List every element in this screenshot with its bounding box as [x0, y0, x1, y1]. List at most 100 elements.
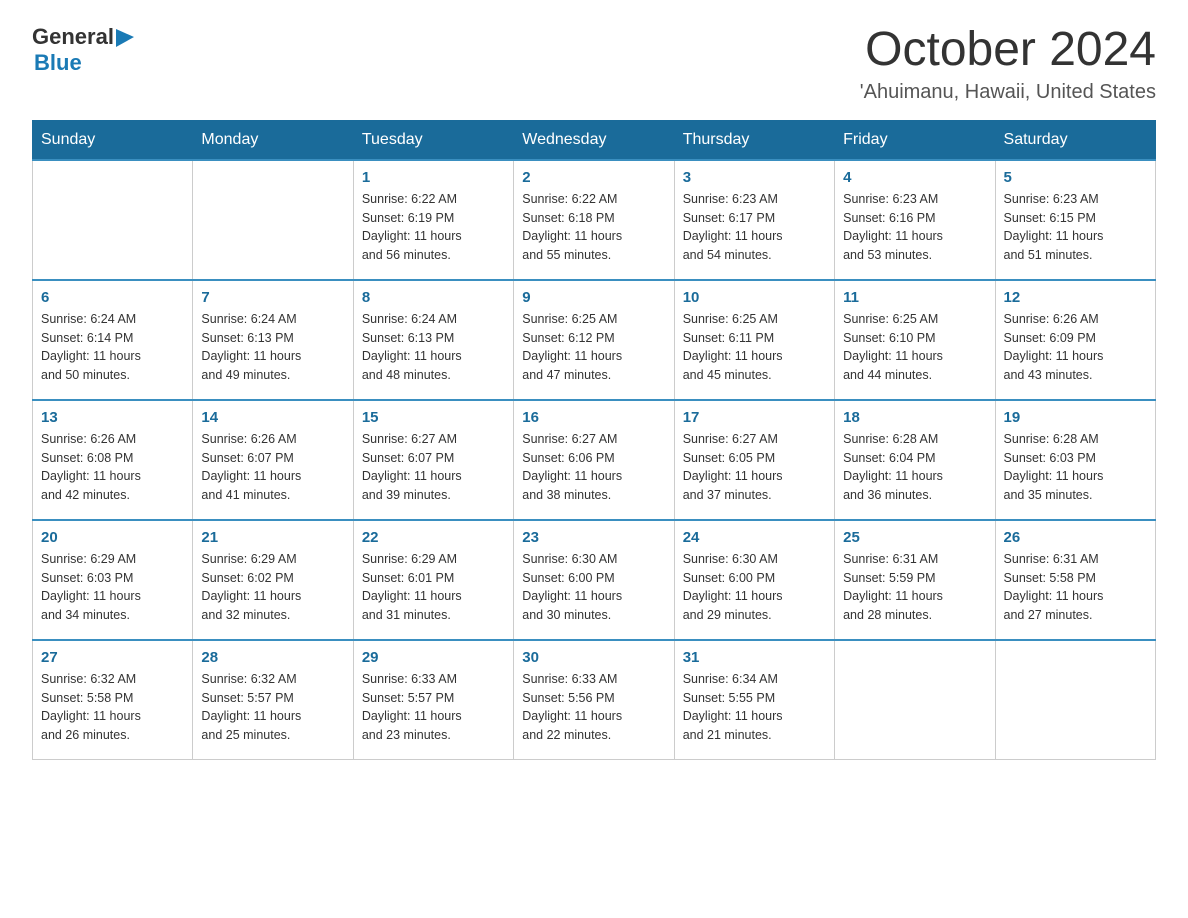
day-info: Sunrise: 6:23 AM Sunset: 6:16 PM Dayligh… [843, 190, 986, 265]
calendar-cell: 18 Sunrise: 6:28 AM Sunset: 6:04 PM Dayli… [835, 400, 995, 520]
calendar-table: SundayMondayTuesdayWednesdayThursdayFrid… [32, 120, 1156, 761]
day-number: 2 [522, 169, 665, 186]
day-number: 14 [201, 409, 344, 426]
day-header-saturday: Saturday [995, 120, 1155, 160]
calendar-cell: 4 Sunrise: 6:23 AM Sunset: 6:16 PM Daylig… [835, 160, 995, 280]
day-info: Sunrise: 6:27 AM Sunset: 6:05 PM Dayligh… [683, 430, 826, 505]
day-number: 31 [683, 649, 826, 666]
day-header-tuesday: Tuesday [353, 120, 513, 160]
calendar-cell: 8 Sunrise: 6:24 AM Sunset: 6:13 PM Daylig… [353, 280, 513, 400]
day-number: 17 [683, 409, 826, 426]
logo-blue: Blue [32, 50, 134, 76]
calendar-cell: 29Sunrise: 6:33 AM Sunset: 5:57 PM Dayli… [353, 640, 513, 760]
day-info: Sunrise: 6:32 AM Sunset: 5:57 PM Dayligh… [201, 670, 344, 745]
calendar-cell: 28 Sunrise: 6:32 AM Sunset: 5:57 PM Dayli… [193, 640, 353, 760]
calendar-cell [835, 640, 995, 760]
calendar-cell [995, 640, 1155, 760]
calendar-body: 1Sunrise: 6:22 AM Sunset: 6:19 PM Daylig… [33, 160, 1156, 760]
week-row-2: 6 Sunrise: 6:24 AM Sunset: 6:14 PM Daylig… [33, 280, 1156, 400]
calendar-cell: 19 Sunrise: 6:28 AM Sunset: 6:03 PM Dayli… [995, 400, 1155, 520]
calendar-cell: 15Sunrise: 6:27 AM Sunset: 6:07 PM Dayli… [353, 400, 513, 520]
day-number: 19 [1004, 409, 1147, 426]
day-info: Sunrise: 6:26 AM Sunset: 6:08 PM Dayligh… [41, 430, 184, 505]
day-info: Sunrise: 6:26 AM Sunset: 6:09 PM Dayligh… [1004, 310, 1147, 385]
day-number: 26 [1004, 529, 1147, 546]
calendar-cell: 27 Sunrise: 6:32 AM Sunset: 5:58 PM Dayli… [33, 640, 193, 760]
day-info: Sunrise: 6:32 AM Sunset: 5:58 PM Dayligh… [41, 670, 184, 745]
day-number: 21 [201, 529, 344, 546]
day-number: 30 [522, 649, 665, 666]
day-number: 12 [1004, 289, 1147, 306]
day-info: Sunrise: 6:27 AM Sunset: 6:06 PM Dayligh… [522, 430, 665, 505]
logo: General Blue [32, 24, 134, 76]
day-number: 10 [683, 289, 826, 306]
day-number: 1 [362, 169, 505, 186]
day-info: Sunrise: 6:31 AM Sunset: 5:58 PM Dayligh… [1004, 550, 1147, 625]
day-info: Sunrise: 6:25 AM Sunset: 6:12 PM Dayligh… [522, 310, 665, 385]
day-info: Sunrise: 6:28 AM Sunset: 6:03 PM Dayligh… [1004, 430, 1147, 505]
logo-general: General [32, 24, 114, 50]
day-header-sunday: Sunday [33, 120, 193, 160]
day-info: Sunrise: 6:28 AM Sunset: 6:04 PM Dayligh… [843, 430, 986, 505]
day-number: 11 [843, 289, 986, 306]
day-number: 9 [522, 289, 665, 306]
day-info: Sunrise: 6:33 AM Sunset: 5:56 PM Dayligh… [522, 670, 665, 745]
day-number: 22 [362, 529, 505, 546]
day-number: 13 [41, 409, 184, 426]
day-number: 16 [522, 409, 665, 426]
calendar-cell: 13 Sunrise: 6:26 AM Sunset: 6:08 PM Dayli… [33, 400, 193, 520]
calendar-cell: 2Sunrise: 6:22 AM Sunset: 6:18 PM Daylig… [514, 160, 674, 280]
calendar-cell: 24 Sunrise: 6:30 AM Sunset: 6:00 PM Dayli… [674, 520, 834, 640]
day-info: Sunrise: 6:33 AM Sunset: 5:57 PM Dayligh… [362, 670, 505, 745]
calendar-cell: 9 Sunrise: 6:25 AM Sunset: 6:12 PM Daylig… [514, 280, 674, 400]
week-row-3: 13 Sunrise: 6:26 AM Sunset: 6:08 PM Dayli… [33, 400, 1156, 520]
day-number: 7 [201, 289, 344, 306]
day-info: Sunrise: 6:30 AM Sunset: 6:00 PM Dayligh… [683, 550, 826, 625]
day-number: 6 [41, 289, 184, 306]
day-number: 5 [1004, 169, 1147, 186]
calendar-cell: 10 Sunrise: 6:25 AM Sunset: 6:11 PM Dayli… [674, 280, 834, 400]
calendar-cell: 30 Sunrise: 6:33 AM Sunset: 5:56 PM Dayli… [514, 640, 674, 760]
day-number: 28 [201, 649, 344, 666]
day-number: 25 [843, 529, 986, 546]
calendar-cell: 17 Sunrise: 6:27 AM Sunset: 6:05 PM Dayli… [674, 400, 834, 520]
week-row-1: 1Sunrise: 6:22 AM Sunset: 6:19 PM Daylig… [33, 160, 1156, 280]
calendar-header: SundayMondayTuesdayWednesdayThursdayFrid… [33, 120, 1156, 160]
day-info: Sunrise: 6:27 AM Sunset: 6:07 PM Dayligh… [362, 430, 505, 505]
day-info: Sunrise: 6:30 AM Sunset: 6:00 PM Dayligh… [522, 550, 665, 625]
day-info: Sunrise: 6:24 AM Sunset: 6:14 PM Dayligh… [41, 310, 184, 385]
calendar-cell: 26 Sunrise: 6:31 AM Sunset: 5:58 PM Dayli… [995, 520, 1155, 640]
month-title: October 2024 [860, 24, 1156, 77]
calendar-cell: 21 Sunrise: 6:29 AM Sunset: 6:02 PM Dayli… [193, 520, 353, 640]
day-header-thursday: Thursday [674, 120, 834, 160]
day-info: Sunrise: 6:29 AM Sunset: 6:02 PM Dayligh… [201, 550, 344, 625]
day-number: 3 [683, 169, 826, 186]
day-header-monday: Monday [193, 120, 353, 160]
day-number: 4 [843, 169, 986, 186]
calendar-cell: 5Sunrise: 6:23 AM Sunset: 6:15 PM Daylig… [995, 160, 1155, 280]
day-number: 18 [843, 409, 986, 426]
day-header-friday: Friday [835, 120, 995, 160]
location-title: 'Ahuimanu, Hawaii, United States [860, 81, 1156, 104]
calendar-cell: 14 Sunrise: 6:26 AM Sunset: 6:07 PM Dayli… [193, 400, 353, 520]
day-info: Sunrise: 6:24 AM Sunset: 6:13 PM Dayligh… [362, 310, 505, 385]
calendar-cell: 23 Sunrise: 6:30 AM Sunset: 6:00 PM Dayli… [514, 520, 674, 640]
day-info: Sunrise: 6:26 AM Sunset: 6:07 PM Dayligh… [201, 430, 344, 505]
calendar-cell [33, 160, 193, 280]
day-number: 23 [522, 529, 665, 546]
day-info: Sunrise: 6:25 AM Sunset: 6:11 PM Dayligh… [683, 310, 826, 385]
day-number: 8 [362, 289, 505, 306]
title-area: October 2024 'Ahuimanu, Hawaii, United S… [860, 24, 1156, 104]
header: General Blue October 2024 'Ahuimanu, Haw… [32, 24, 1156, 104]
day-number: 24 [683, 529, 826, 546]
day-info: Sunrise: 6:24 AM Sunset: 6:13 PM Dayligh… [201, 310, 344, 385]
calendar-cell: 12 Sunrise: 6:26 AM Sunset: 6:09 PM Dayli… [995, 280, 1155, 400]
calendar-cell: 20Sunrise: 6:29 AM Sunset: 6:03 PM Dayli… [33, 520, 193, 640]
calendar-cell: 31Sunrise: 6:34 AM Sunset: 5:55 PM Dayli… [674, 640, 834, 760]
calendar-cell: 3Sunrise: 6:23 AM Sunset: 6:17 PM Daylig… [674, 160, 834, 280]
week-row-5: 27 Sunrise: 6:32 AM Sunset: 5:58 PM Dayli… [33, 640, 1156, 760]
logo-arrow-icon [116, 29, 134, 47]
day-number: 27 [41, 649, 184, 666]
calendar-cell: 22Sunrise: 6:29 AM Sunset: 6:01 PM Dayli… [353, 520, 513, 640]
calendar-cell: 16 Sunrise: 6:27 AM Sunset: 6:06 PM Dayli… [514, 400, 674, 520]
